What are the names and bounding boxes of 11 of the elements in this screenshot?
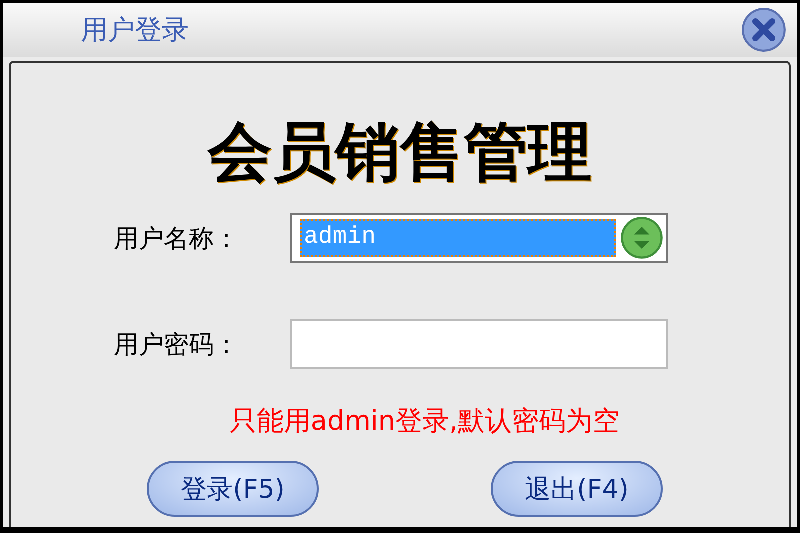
combo-value: admin	[300, 219, 616, 257]
spinner-icon[interactable]	[620, 216, 664, 260]
close-icon[interactable]	[741, 7, 787, 53]
field-label: 用户名称：	[114, 222, 240, 254]
app-heading: 会员销售管理	[208, 114, 592, 192]
window-title: 用户登录	[81, 14, 189, 48]
dialog-button[interactable]: 登录(F5)	[147, 461, 319, 517]
dialog-button[interactable]: 退出(F4)	[491, 461, 663, 517]
field-label: 用户密码：	[114, 328, 240, 360]
hint-text: 只能用admin登录,默认密码为空	[230, 405, 620, 439]
password-field[interactable]	[290, 319, 668, 369]
